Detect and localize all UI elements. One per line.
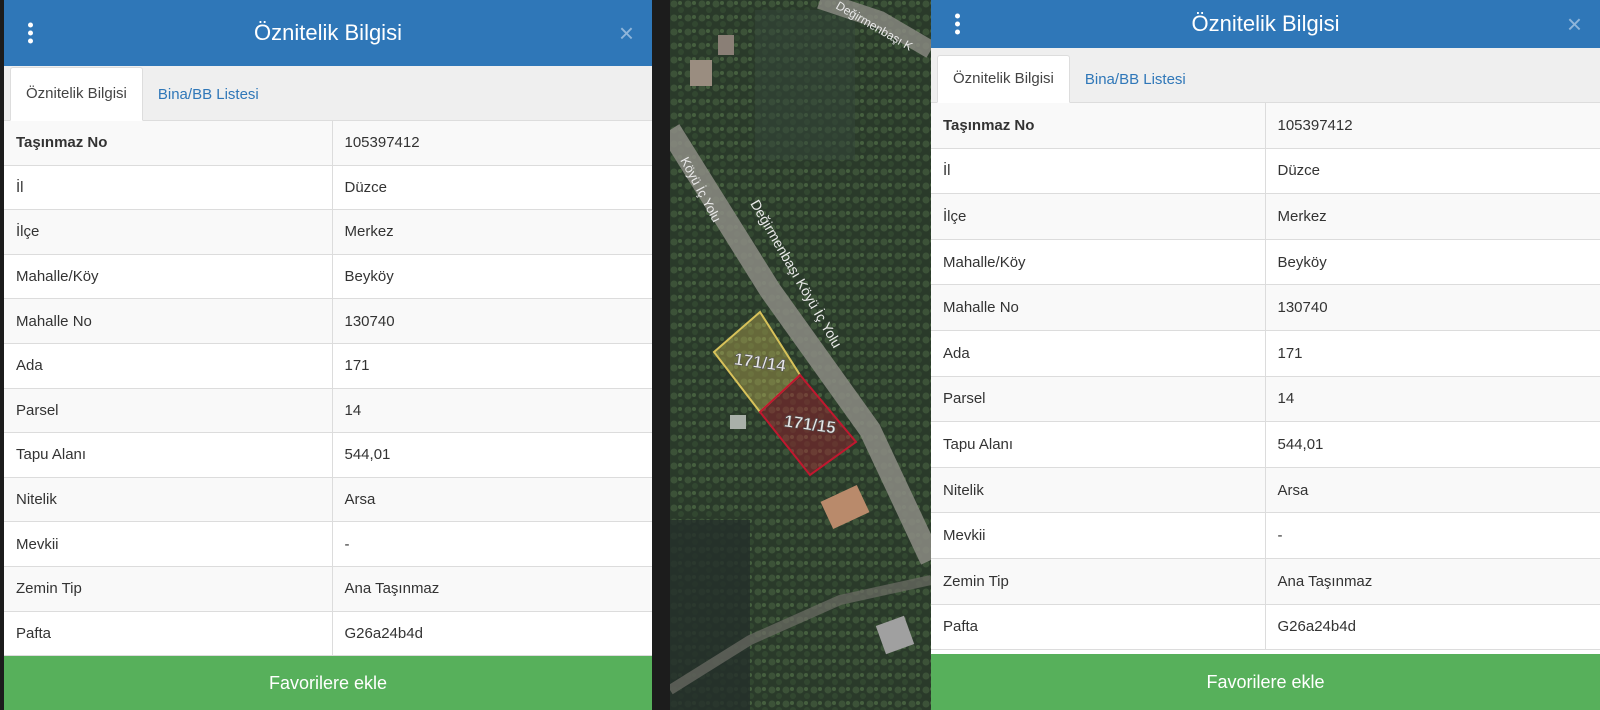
row-value: Düzce (332, 165, 652, 211)
row-key: Zemin Tip (931, 558, 1266, 605)
attribute-panel-right: Öznitelik Bilgisi × Öznitelik Bilgisi Bi… (931, 0, 1600, 710)
table-row: Taşınmaz No 105397412 (931, 103, 1600, 149)
row-value: Beyköy (1265, 239, 1600, 286)
tab-building-list[interactable]: Bina/BB Listesi (1070, 57, 1201, 103)
building (718, 35, 734, 55)
table-row: Mahalle/Köy Beyköy (4, 254, 652, 300)
tab-bar: Öznitelik Bilgisi Bina/BB Listesi (4, 66, 652, 121)
table-row: Mahalle No 130740 (4, 298, 652, 344)
panel-title: Öznitelik Bilgisi (254, 20, 402, 45)
row-key: Pafta (4, 611, 333, 657)
row-value: Ana Taşınmaz (1265, 558, 1600, 605)
row-key: Nitelik (4, 477, 333, 523)
row-value: 130740 (332, 298, 652, 344)
table-row: İlçe Merkez (4, 209, 652, 255)
row-value: Merkez (332, 209, 652, 255)
row-key: Mahalle No (4, 298, 333, 344)
row-key: Taşınmaz No (931, 103, 1266, 149)
row-key: Mevkii (4, 521, 333, 567)
building (730, 415, 746, 429)
tab-attribute-info[interactable]: Öznitelik Bilgisi (10, 67, 143, 121)
add-to-favorites-button[interactable]: Favorilere ekle (931, 654, 1600, 710)
row-value: - (1265, 512, 1600, 559)
panel-header: Öznitelik Bilgisi × (4, 0, 652, 66)
row-value: - (332, 521, 652, 567)
map-canvas: 171/14 171/15 Değirmenbaşı Köyü İç Yolu … (670, 0, 931, 710)
table-row: Pafta G26a24b4d (931, 604, 1600, 651)
row-key: İl (931, 148, 1266, 195)
row-value: 14 (1265, 376, 1600, 423)
row-value: G26a24b4d (332, 611, 652, 657)
row-value: Düzce (1265, 148, 1600, 195)
row-value: 544,01 (332, 432, 652, 478)
tab-attribute-info[interactable]: Öznitelik Bilgisi (937, 55, 1070, 103)
row-key: Mahalle No (931, 284, 1266, 331)
table-row: Taşınmaz No 105397412 (4, 121, 652, 166)
row-value: Arsa (332, 477, 652, 523)
row-value: G26a24b4d (1265, 604, 1600, 651)
row-value: 171 (1265, 330, 1600, 377)
row-key: Taşınmaz No (4, 121, 333, 166)
menu-icon[interactable] (955, 13, 960, 35)
row-key: Tapu Alanı (931, 421, 1266, 468)
row-value: Merkez (1265, 193, 1600, 240)
satellite-map[interactable]: 171/14 171/15 Değirmenbaşı Köyü İç Yolu … (670, 0, 931, 710)
table-row: Pafta G26a24b4d (4, 611, 652, 657)
row-key: Parsel (4, 388, 333, 434)
row-value: 105397412 (332, 121, 652, 166)
row-key: Tapu Alanı (4, 432, 333, 478)
building (690, 60, 712, 86)
close-icon[interactable]: × (1567, 11, 1582, 37)
table-row: Tapu Alanı 544,01 (4, 432, 652, 478)
row-value: 544,01 (1265, 421, 1600, 468)
table-row: Zemin Tip Ana Taşınmaz (4, 566, 652, 612)
table-row: Mahalle/Köy Beyköy (931, 239, 1600, 286)
table-row: İl Düzce (4, 165, 652, 211)
table-row: Mahalle No 130740 (931, 284, 1600, 331)
table-row: Nitelik Arsa (931, 467, 1600, 514)
row-value: Arsa (1265, 467, 1600, 514)
row-value: 14 (332, 388, 652, 434)
attribute-table: Taşınmaz No 105397412 İl Düzce İlçe Merkez … (931, 103, 1600, 651)
row-value: Beyköy (332, 254, 652, 300)
menu-icon[interactable] (28, 22, 33, 44)
row-key: Nitelik (931, 467, 1266, 514)
row-key: Parsel (931, 376, 1266, 423)
row-key: Ada (931, 330, 1266, 377)
row-key: İl (4, 165, 333, 211)
add-to-favorites-button[interactable]: Favorilere ekle (4, 656, 652, 710)
row-key: Mevkii (931, 512, 1266, 559)
tab-building-list[interactable]: Bina/BB Listesi (143, 69, 274, 121)
row-value: Ana Taşınmaz (332, 566, 652, 612)
row-key: İlçe (931, 193, 1266, 240)
table-row: Tapu Alanı 544,01 (931, 421, 1600, 468)
table-row: Ada 171 (931, 330, 1600, 377)
row-value: 105397412 (1265, 103, 1600, 149)
row-value: 130740 (1265, 284, 1600, 331)
table-row: İl Düzce (931, 148, 1600, 195)
row-key: Zemin Tip (4, 566, 333, 612)
table-row: Mevkii - (931, 512, 1600, 559)
tab-bar: Öznitelik Bilgisi Bina/BB Listesi (931, 48, 1600, 103)
row-key: İlçe (4, 209, 333, 255)
table-row: Ada 171 (4, 343, 652, 389)
panel-title: Öznitelik Bilgisi (1191, 11, 1340, 36)
panel-header: Öznitelik Bilgisi × (931, 0, 1600, 48)
row-value: 171 (332, 343, 652, 389)
table-row: Mevkii - (4, 521, 652, 567)
table-row: Zemin Tip Ana Taşınmaz (931, 558, 1600, 605)
attribute-table: Taşınmaz No 105397412 İl Düzce İlçe Merkez … (4, 121, 652, 657)
row-key: Pafta (931, 604, 1266, 651)
table-row: İlçe Merkez (931, 193, 1600, 240)
close-icon[interactable]: × (619, 20, 634, 46)
row-key: Mahalle/Köy (931, 239, 1266, 286)
row-key: Mahalle/Köy (4, 254, 333, 300)
row-key: Ada (4, 343, 333, 389)
table-row: Parsel 14 (931, 376, 1600, 423)
orchard-area (755, 10, 855, 160)
table-row: Parsel 14 (4, 388, 652, 434)
attribute-panel-left: Öznitelik Bilgisi × Öznitelik Bilgisi Bi… (4, 0, 652, 710)
table-row: Nitelik Arsa (4, 477, 652, 523)
